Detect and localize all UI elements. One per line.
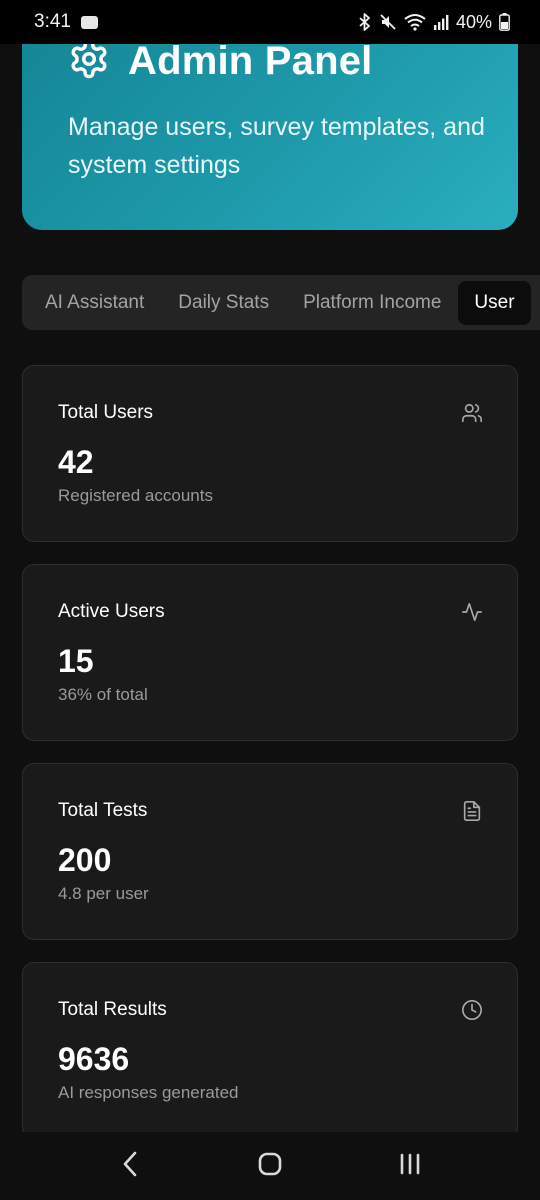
bluetooth-icon (358, 13, 372, 31)
tab-daily-stats[interactable]: Daily Stats (161, 281, 286, 325)
status-left: 3:41 (34, 11, 98, 33)
recents-icon (398, 1152, 422, 1181)
stat-title: Active Users (58, 601, 165, 622)
home-icon (257, 1151, 283, 1182)
app-badge-icon (80, 15, 98, 29)
system-nav-bar (0, 1132, 540, 1200)
mute-icon (379, 13, 397, 31)
clock-icon (461, 999, 483, 1021)
stat-value: 42 (58, 444, 94, 480)
stat-subtitle: Registered accounts (58, 486, 213, 505)
document-icon (461, 800, 483, 822)
stat-subtitle: AI responses generated (58, 1083, 239, 1102)
stat-subtitle: 36% of total (58, 685, 148, 704)
wifi-icon (404, 13, 426, 31)
status-right: 40% (358, 12, 510, 33)
stat-card-total-results: Total Results 9636 AI responses generate… (22, 962, 518, 1139)
recents-button[interactable] (380, 1141, 440, 1191)
status-time: 3:41 (34, 11, 71, 32)
tab-user[interactable]: User (458, 280, 531, 325)
stat-value: 15 (58, 643, 94, 679)
home-button[interactable] (240, 1141, 300, 1191)
back-icon (122, 1151, 138, 1182)
stat-card-total-tests: Total Tests 200 4.8 per user (22, 763, 518, 940)
stat-card-active-users: Active Users 15 36% of total (22, 564, 518, 741)
admin-tabs: AI Assistant Daily Stats Platform Income… (22, 275, 540, 330)
stat-value: 9636 (58, 1041, 130, 1077)
status-bar: 3:41 40% (0, 0, 540, 44)
tab-platform-income[interactable]: Platform Income (286, 281, 458, 325)
tab-ai-assistant[interactable]: AI Assistant (22, 281, 161, 325)
page-title: Admin Panel (128, 39, 373, 83)
battery-percent: 40% (455, 11, 492, 32)
stat-title: Total Tests (58, 800, 148, 821)
header-title-row: Admin Panel (68, 38, 372, 85)
users-icon (461, 402, 483, 424)
stat-subtitle: 4.8 per user (58, 884, 149, 903)
battery-icon (499, 13, 510, 31)
back-button[interactable] (100, 1141, 160, 1191)
gear-icon (68, 38, 110, 85)
admin-header-card: Admin Panel Manage users, survey templat… (22, 26, 518, 230)
stat-title: Total Results (58, 999, 167, 1020)
stat-card-total-users: Total Users 42 Registered accounts (22, 365, 518, 542)
page-subtitle: Manage users, survey templates, and syst… (68, 113, 485, 179)
signal-icon (433, 14, 449, 30)
stat-title: Total Users (58, 402, 154, 423)
stat-value: 200 (58, 842, 112, 878)
activity-icon (461, 601, 483, 623)
